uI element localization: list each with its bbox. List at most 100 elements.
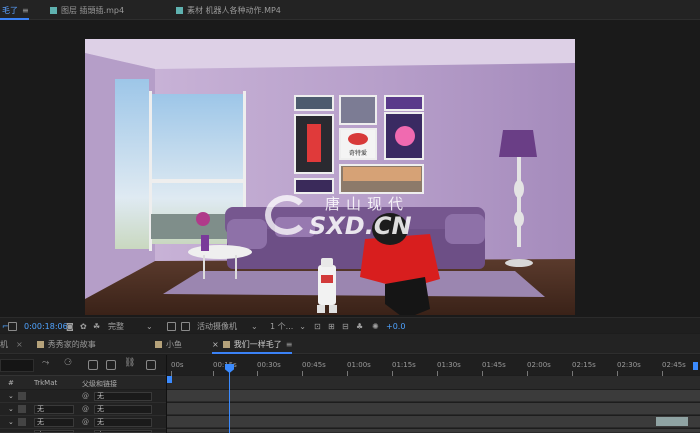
exposure-value[interactable]: +0.0 (386, 321, 405, 332)
parent-dropdown[interactable]: 无 (94, 392, 152, 401)
tab-label: 秀秀家的故事 (47, 339, 96, 349)
tab-timeline-0[interactable]: 机 (0, 338, 8, 350)
layer-row[interactable]: ⌄ 无 @ 无 (0, 403, 166, 416)
timeline-icon[interactable]: ⊟ (342, 321, 349, 332)
ruler-tick: 02:30s (617, 361, 641, 376)
exposure-icon[interactable]: ✺ (372, 321, 379, 332)
ruler-tick: 00s (171, 361, 184, 376)
resolution-value: 完整 (108, 322, 124, 331)
timecode-display[interactable]: 0:00:18:06 (24, 321, 68, 332)
menu-icon[interactable]: ≡ (22, 6, 29, 15)
views-dropdown[interactable]: 1 个... ⌄ (270, 321, 306, 332)
close-icon[interactable]: × (16, 340, 23, 349)
parent-value: 无 (97, 392, 104, 400)
pickwhip-icon[interactable]: @ (82, 405, 89, 413)
toggle-pixel-icon[interactable]: ⊡ (314, 321, 321, 332)
trkmat-header: TrkMat (34, 379, 58, 387)
layer-row[interactable]: 无 无 (0, 429, 166, 433)
parent-dropdown[interactable]: 无 (94, 418, 152, 427)
layer-row[interactable]: ⌄ @ 无 (0, 390, 166, 403)
flowchart-icon[interactable]: ♣ (356, 321, 363, 332)
footage-icon (50, 6, 57, 14)
watermark-cn-text: 唐山现代 (325, 195, 410, 213)
motion-blur-icon[interactable] (88, 360, 98, 370)
tab-timeline-3[interactable]: × 我们一样毛了 ≡ (212, 338, 293, 354)
tab-label: 小鱼 (166, 339, 182, 349)
layer-search-input[interactable] (0, 359, 34, 372)
ruler-tick: 01:15s (392, 361, 416, 376)
footage-icon (176, 6, 183, 14)
layer-track[interactable] (167, 403, 700, 415)
ruler-tick: 01:00s (347, 361, 371, 376)
parent-value: 无 (97, 418, 104, 426)
graph-editor-icon[interactable] (146, 360, 156, 370)
layer-track[interactable] (167, 416, 700, 428)
parent-value: 无 (97, 405, 104, 413)
tab-comp-active[interactable]: 毛了 ≡ (0, 3, 29, 20)
tab-footage[interactable]: 素材 机器人各种动作.MP4 (176, 3, 281, 17)
picture-frame-text: 奇特爱 (349, 149, 367, 157)
layer-track[interactable] (167, 429, 700, 433)
label-column-icon: # (8, 379, 14, 387)
scene-image: 奇特爱 (85, 39, 575, 315)
tab-layer[interactable]: 图层 插頭插.mp4 (50, 3, 124, 17)
parent-dropdown[interactable]: 无 (94, 405, 152, 414)
tab-timeline-1[interactable]: × 秀秀家的故事 (16, 338, 96, 350)
menu-icon[interactable]: ≡ (286, 340, 293, 349)
layer-column-header: # TrkMat 父级和链接 (0, 375, 166, 389)
region-of-interest-icon[interactable] (167, 322, 176, 331)
work-area-start-handle[interactable] (167, 376, 172, 383)
resolution-dropdown[interactable]: 完整 ⌄ (108, 321, 153, 332)
transparency-grid-icon[interactable] (181, 322, 190, 331)
panel-divider (166, 355, 167, 433)
ruler-tick: 02:45s (662, 361, 686, 376)
chevron-down-icon: ⌄ (251, 322, 258, 331)
tab-label: 图层 插頭插.mp4 (61, 5, 125, 15)
fast-preview-icon[interactable]: ⊞ (328, 321, 335, 332)
ruler-tick: 02:15s (572, 361, 596, 376)
parent-header: 父级和链接 (82, 380, 117, 388)
ruler-tick: 00:45s (302, 361, 326, 376)
chevron-down-icon[interactable]: ⌄ (8, 392, 14, 400)
show-snapshot-icon[interactable]: ✿ (80, 321, 87, 332)
composition-viewer[interactable]: 奇特爱 唐山现代 SXD.CN (0, 20, 700, 317)
playhead-line[interactable] (229, 364, 230, 433)
layer-track[interactable] (167, 390, 700, 402)
camera-snapshot-icon[interactable]: ◙ (66, 321, 74, 332)
label-swatch[interactable] (18, 418, 26, 426)
grid-icon[interactable] (8, 322, 17, 331)
work-area-end-handle[interactable] (693, 362, 698, 370)
timeline-tab-bar: 机 × 秀秀家的故事 小鱼 × 我们一样毛了 ≡ (0, 334, 700, 354)
shy-icon[interactable]: ⤳ (42, 358, 52, 368)
ruler-tick: 02:00s (527, 361, 551, 376)
ruler-tick: 01:45s (482, 361, 506, 376)
label-swatch[interactable] (18, 392, 26, 400)
pickwhip-icon[interactable]: @ (82, 392, 89, 400)
trkmat-value: 无 (37, 405, 44, 413)
layer-bar[interactable] (656, 417, 688, 426)
composition-icon (222, 340, 230, 348)
close-icon[interactable]: × (212, 340, 219, 349)
watermark: 唐山现代 sxd.cn (265, 189, 465, 249)
link-icon[interactable]: ⛓ (124, 358, 135, 368)
tab-timeline-2[interactable]: 小鱼 (155, 338, 182, 350)
trkmat-dropdown[interactable]: 无 (34, 405, 74, 414)
chevron-down-icon[interactable]: ⌄ (8, 418, 14, 426)
composition-icon (155, 340, 162, 348)
channel-icon[interactable]: ☘ (93, 321, 100, 332)
layer-row[interactable]: ⌄ 无 @ 无 (0, 416, 166, 429)
chevron-down-icon[interactable]: ⌄ (8, 405, 14, 413)
camera-dropdown[interactable]: 活动摄像机 ⌄ (197, 321, 258, 332)
pickwhip-icon[interactable]: @ (82, 418, 89, 426)
tab-label: 毛了 (2, 5, 18, 15)
time-ruler[interactable]: 00s 00:15s 00:30s 00:45s 01:00s 01:15s 0… (167, 361, 700, 376)
composition-frame[interactable]: 奇特爱 唐山现代 SXD.CN (85, 39, 575, 315)
trkmat-dropdown[interactable]: 无 (34, 418, 74, 427)
graph-icon[interactable] (106, 360, 116, 370)
trkmat-value: 无 (37, 418, 44, 426)
frame-blend-icon[interactable]: ⚆ (64, 358, 74, 368)
watermark-logo (265, 195, 309, 235)
chevron-down-icon: ⌄ (146, 322, 153, 331)
label-swatch[interactable] (18, 405, 26, 413)
viewer-control-bar: ⌐ 0:00:18:06 ◙ ✿ ☘ 完整 ⌄ 活动摄像机 ⌄ 1 个... ⌄ ⊡ … (0, 317, 700, 333)
